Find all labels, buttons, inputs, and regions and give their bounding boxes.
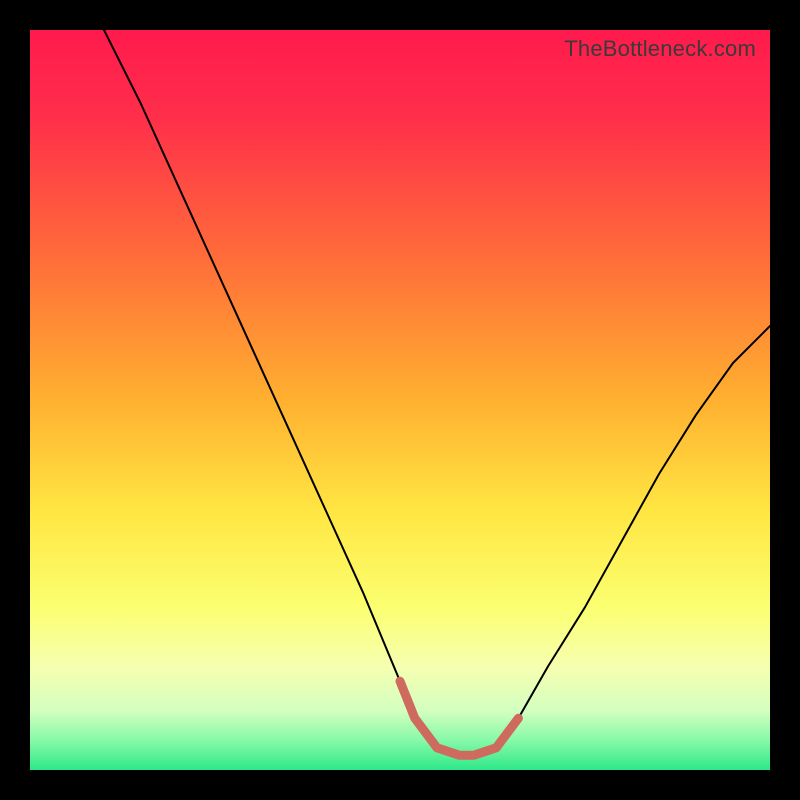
curves-layer — [30, 30, 770, 770]
valley-highlight — [400, 681, 518, 755]
chart-frame: TheBottleneck.com — [0, 0, 800, 800]
plot-area: TheBottleneck.com — [30, 30, 770, 770]
watermark-text: TheBottleneck.com — [564, 36, 756, 62]
bottleneck-curve — [104, 30, 770, 755]
